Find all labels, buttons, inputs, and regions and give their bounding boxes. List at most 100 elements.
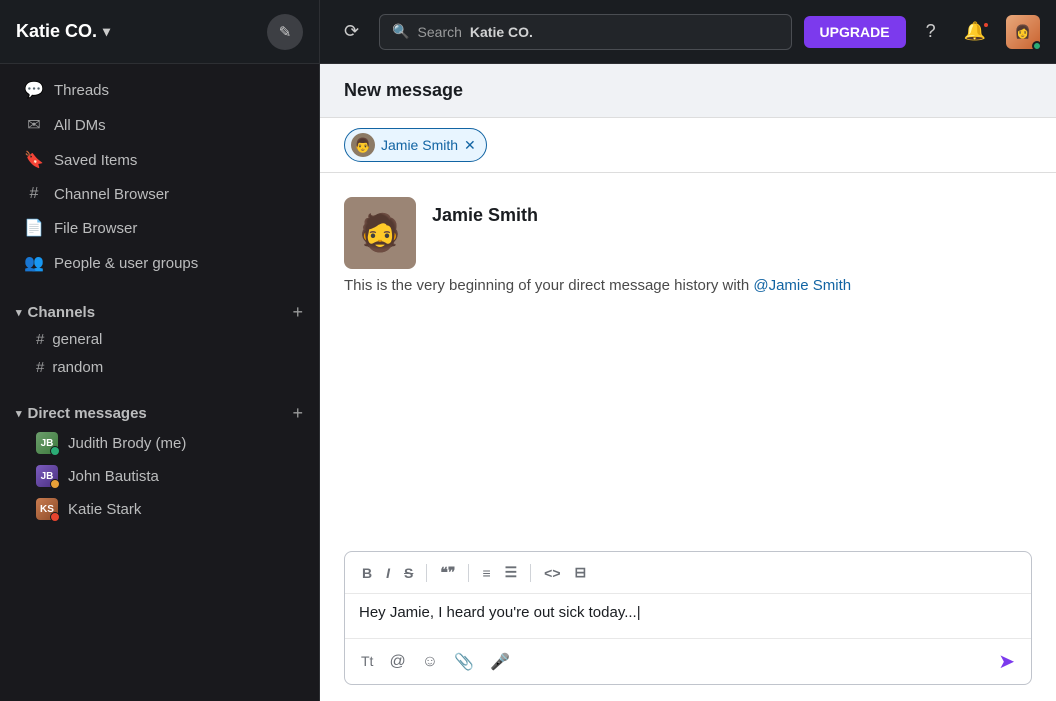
dm-item-judith[interactable]: JB Judith Brody (me) xyxy=(8,427,311,459)
sidebar: 💬 Threads ✉ All DMs 🔖 Saved Items # Chan… xyxy=(0,64,320,701)
user-avatar[interactable]: 👩 xyxy=(1006,15,1040,49)
composer-footer: Tt @ ☺ 📎 🎤 ➤ xyxy=(345,638,1031,684)
indent-icon: ⊟ xyxy=(575,564,587,580)
bold-icon: B xyxy=(362,565,372,581)
pencil-icon: ✎ xyxy=(279,23,292,41)
paperclip-icon: 📎 xyxy=(454,654,474,671)
toolbar-divider-3 xyxy=(530,564,531,582)
sidebar-item-label: File Browser xyxy=(54,220,137,237)
sidebar-item-label: All DMs xyxy=(54,117,106,134)
sidebar-item-label: Channel Browser xyxy=(54,186,169,203)
dm-sender-name: Jamie Smith xyxy=(432,205,538,226)
body-wrap: 💬 Threads ✉ All DMs 🔖 Saved Items # Chan… xyxy=(0,64,1056,701)
notification-dot xyxy=(982,21,990,29)
search-icon: 🔍 xyxy=(392,23,409,40)
bold-button[interactable]: B xyxy=(357,561,377,585)
unordered-list-icon: ☰ xyxy=(505,564,518,580)
history-icon: ⟳ xyxy=(344,21,359,41)
ordered-list-button[interactable]: ≡ xyxy=(477,561,495,585)
dm-avatar-katie: KS xyxy=(36,498,58,520)
mention-button[interactable]: @ xyxy=(385,649,409,675)
add-channel-button[interactable]: + xyxy=(292,303,303,321)
search-bar[interactable]: 🔍 Search Katie CO. xyxy=(379,14,791,50)
search-label: Search xyxy=(418,24,462,40)
add-dm-button[interactable]: + xyxy=(292,404,303,422)
text-format-icon: Tt xyxy=(361,653,373,669)
upgrade-label: UPGRADE xyxy=(820,24,890,40)
quote-icon: ❝❞ xyxy=(440,564,455,580)
dms-icon: ✉ xyxy=(24,115,44,135)
voice-button[interactable]: 🎤 xyxy=(486,648,514,676)
send-button[interactable]: ➤ xyxy=(994,645,1019,678)
to-chip-name: Jamie Smith xyxy=(381,137,458,153)
sidebar-item-channel-browser[interactable]: # Channel Browser xyxy=(8,178,311,210)
microphone-icon: 🎤 xyxy=(490,654,510,671)
workspace-title: Katie CO. xyxy=(16,21,97,42)
to-field[interactable]: 👨 Jamie Smith ✕ xyxy=(320,118,1056,173)
file-icon: 📄 xyxy=(24,218,44,238)
code-icon: <> xyxy=(544,565,560,581)
jamie-avatar-large: 🧔 xyxy=(344,197,416,269)
emoji-icon: ☺ xyxy=(422,653,438,670)
channel-name: random xyxy=(52,359,103,376)
dm-history-info: 🧔 Jamie Smith This is the very beginning… xyxy=(344,197,1032,294)
unordered-list-button[interactable]: ☰ xyxy=(500,560,523,585)
channel-item-general[interactable]: # general xyxy=(8,326,311,353)
workspace-name[interactable]: Katie CO. ▾ xyxy=(16,21,110,42)
emoji-button[interactable]: ☺ xyxy=(418,649,442,675)
message-composer: B I S ❝❞ ≡ ☰ xyxy=(344,551,1032,685)
message-history: 🧔 Jamie Smith This is the very beginning… xyxy=(320,173,1056,551)
send-icon: ➤ xyxy=(998,651,1015,673)
sidebar-item-label: Saved Items xyxy=(54,152,137,169)
quote-button[interactable]: ❝❞ xyxy=(435,560,460,585)
dm-avatar-john: JB xyxy=(36,465,58,487)
sidebar-item-all-dms[interactable]: ✉ All DMs xyxy=(8,108,311,142)
sidebar-item-threads[interactable]: 💬 Threads xyxy=(8,73,311,107)
history-mention[interactable]: @Jamie Smith xyxy=(753,277,851,294)
toolbar-divider-2 xyxy=(468,564,469,582)
history-button[interactable]: ⟳ xyxy=(336,17,367,46)
help-icon: ? xyxy=(926,21,936,41)
message-page-header: New message xyxy=(320,64,1056,118)
attach-button[interactable]: 📎 xyxy=(450,648,478,676)
edit-workspace-button[interactable]: ✎ xyxy=(267,14,303,50)
channel-item-random[interactable]: # random xyxy=(8,354,311,381)
dm-name: Katie Stark xyxy=(68,501,141,518)
to-chip[interactable]: 👨 Jamie Smith ✕ xyxy=(344,128,487,162)
page-title: New message xyxy=(344,80,463,100)
sidebar-item-file-browser[interactable]: 📄 File Browser xyxy=(8,211,311,245)
upgrade-button[interactable]: UPGRADE xyxy=(804,16,906,48)
dm-collapse-icon: ▾ xyxy=(16,407,22,420)
code-button[interactable]: <> xyxy=(539,561,565,585)
dm-avatar-judith: JB xyxy=(36,432,58,454)
sidebar-item-label: People & user groups xyxy=(54,255,198,272)
sidebar-item-saved-items[interactable]: 🔖 Saved Items xyxy=(8,143,311,177)
ordered-list-icon: ≡ xyxy=(482,565,490,581)
sidebar-item-people-groups[interactable]: 👥 People & user groups xyxy=(8,246,311,280)
composer-toolbar: B I S ❝❞ ≡ ☰ xyxy=(345,552,1031,594)
dm-item-john[interactable]: JB John Bautista xyxy=(8,460,311,492)
dm-section-label: Direct messages xyxy=(28,405,147,422)
channels-section-header[interactable]: ▾ Channels + xyxy=(0,293,319,325)
people-icon: 👥 xyxy=(24,253,44,273)
to-chip-avatar: 👨 xyxy=(351,133,375,157)
help-button[interactable]: ? xyxy=(918,17,944,46)
to-chip-close-icon[interactable]: ✕ xyxy=(464,137,476,154)
dm-item-katie[interactable]: KS Katie Stark xyxy=(8,493,311,525)
dm-section-header[interactable]: ▾ Direct messages + xyxy=(0,394,319,426)
channels-section-label: Channels xyxy=(28,304,96,321)
avatar-status-dot xyxy=(1032,41,1042,51)
workspace-header: Katie CO. ▾ ✎ xyxy=(0,0,320,63)
composer-text: Hey Jamie, I heard you're out sick today… xyxy=(359,604,637,621)
sidebar-item-label: Threads xyxy=(54,82,109,99)
notification-button[interactable]: 🔔 xyxy=(956,17,994,46)
strikethrough-icon: S xyxy=(404,565,413,581)
strikethrough-button[interactable]: S xyxy=(399,561,418,585)
indent-button[interactable]: ⊟ xyxy=(570,560,592,585)
composer-input[interactable]: Hey Jamie, I heard you're out sick today… xyxy=(345,594,1031,638)
channel-name: general xyxy=(52,331,102,348)
mention-icon: @ xyxy=(389,653,405,670)
text-format-button[interactable]: Tt xyxy=(357,649,377,675)
italic-button[interactable]: I xyxy=(381,561,395,585)
bookmark-icon: 🔖 xyxy=(24,150,44,170)
